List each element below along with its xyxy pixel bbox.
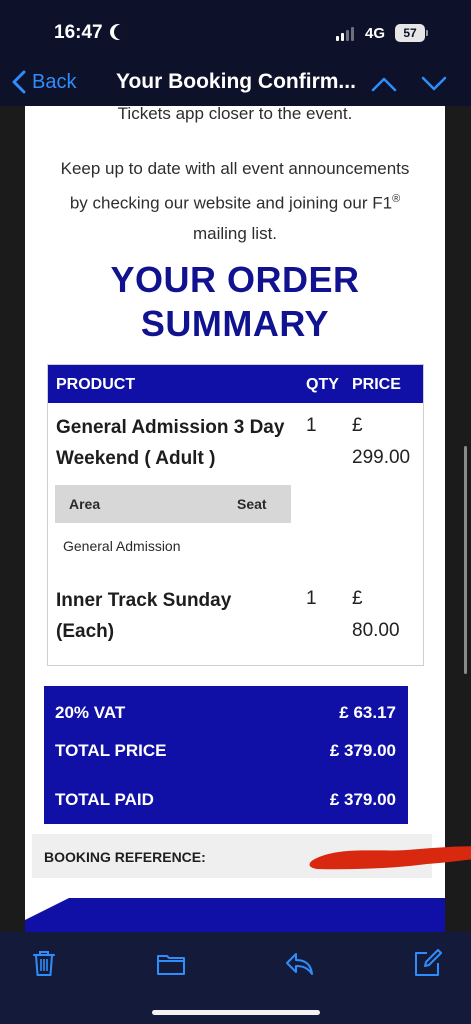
- battery-tip: [426, 30, 428, 36]
- registered-mark: ®: [392, 193, 401, 205]
- next-message-chevron-down-icon[interactable]: [420, 74, 448, 94]
- total-price-value: £ 379.00: [329, 741, 396, 760]
- back-label: Back: [32, 70, 77, 93]
- announcement-paragraph: Keep up to date with all event announcem…: [37, 154, 433, 249]
- total-paid-value: £ 379.00: [329, 790, 396, 809]
- battery-icon: 57: [395, 24, 425, 42]
- products-table-header: PRODUCT QTY PRICE: [48, 365, 423, 403]
- product-currency: £: [352, 588, 363, 609]
- announcement-line-2: by checking our website and joining our …: [69, 193, 401, 213]
- product-qty: 1: [306, 588, 317, 609]
- vat-label: 20% VAT: [55, 703, 126, 722]
- status-bar: 16:47 4G 57: [0, 0, 471, 62]
- trash-icon[interactable]: [29, 948, 59, 978]
- navigation-bar: Back Your Booking Confirm...: [0, 62, 471, 106]
- back-button[interactable]: Back: [12, 70, 76, 94]
- message-subject-title: Your Booking Confirm...: [116, 70, 356, 93]
- email-page: Tickets app closer to the event. Keep up…: [25, 106, 445, 932]
- email-body-area[interactable]: Tickets app closer to the event. Keep up…: [0, 106, 471, 932]
- header-price: PRICE: [352, 376, 401, 393]
- booking-reference-label: BOOKING REFERENCE:: [44, 849, 206, 865]
- signal-strength-icon: [336, 27, 354, 41]
- announcement-line-1: Keep up to date with all event announcem…: [60, 159, 410, 178]
- reply-icon[interactable]: [284, 948, 314, 978]
- product-qty: 1: [306, 415, 317, 436]
- focus-moon-icon: [114, 24, 130, 40]
- network-type: 4G: [365, 25, 386, 42]
- area-header: Area: [69, 496, 101, 512]
- header-qty: QTY: [306, 376, 339, 393]
- header-product: PRODUCT: [56, 376, 136, 393]
- previous-message-chevron-up-icon[interactable]: [370, 74, 398, 94]
- product-price: 80.00: [352, 620, 400, 641]
- partial-text-line: Tickets app closer to the event.: [117, 106, 353, 123]
- product-currency: £: [352, 415, 363, 436]
- area-seat-header: Area Seat: [55, 485, 291, 523]
- chevron-left-icon: [12, 70, 26, 94]
- status-time: 16:47: [54, 22, 103, 43]
- seat-header: Seat: [237, 496, 267, 512]
- compose-icon[interactable]: [412, 948, 442, 978]
- products-table: PRODUCT QTY PRICE General Admission 3 Da…: [47, 364, 424, 666]
- totals-box: 20% VAT £ 63.17 TOTAL PRICE £ 379.00 TOT…: [44, 686, 408, 824]
- home-indicator[interactable]: [152, 1010, 320, 1015]
- product-name: Inner Track Sunday (Each): [56, 590, 232, 642]
- order-summary-heading: YOUR ORDER SUMMARY: [110, 259, 360, 344]
- booking-reference-row: BOOKING REFERENCE:: [32, 834, 471, 878]
- area-value: General Admission: [63, 538, 181, 554]
- scroll-indicator[interactable]: [464, 446, 467, 674]
- vat-value: £ 63.17: [339, 703, 396, 722]
- product-name: General Admission 3 Day Weekend ( Adult …: [56, 417, 285, 469]
- total-paid-label: TOTAL PAID: [55, 790, 154, 809]
- folder-icon[interactable]: [156, 948, 186, 978]
- redaction-scribble: [309, 846, 471, 870]
- total-price-label: TOTAL PRICE: [55, 741, 167, 760]
- footer-banner: [25, 898, 445, 932]
- product-price: 299.00: [352, 447, 411, 468]
- announcement-line-3: mailing list.: [192, 223, 278, 243]
